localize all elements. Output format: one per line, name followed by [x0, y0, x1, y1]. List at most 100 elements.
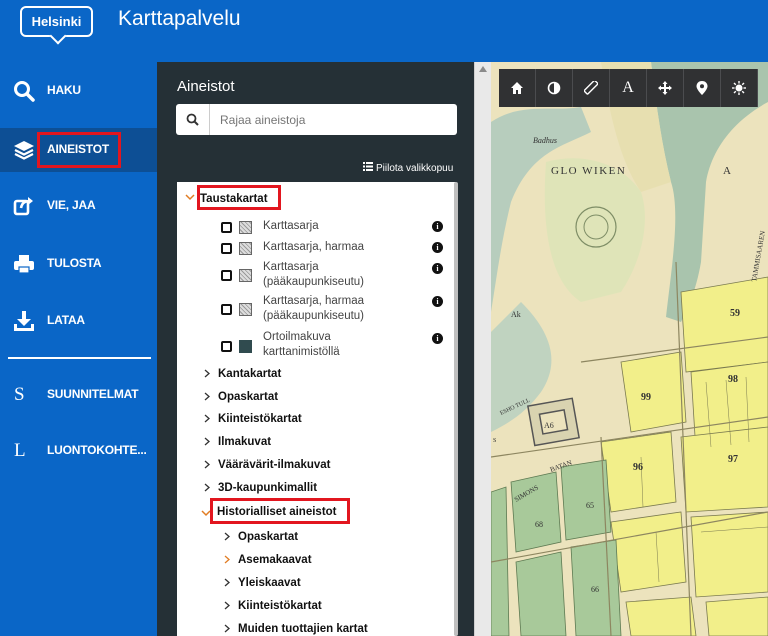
- info-icon[interactable]: i: [432, 242, 443, 253]
- chevron-right-icon[interactable]: [224, 624, 230, 636]
- subgroup-opaskartat[interactable]: Opaskartat: [238, 531, 298, 543]
- highlight-box-taustakartat: [197, 185, 281, 210]
- layer-checkbox[interactable]: [221, 222, 232, 233]
- highlight-box-aineistot: [37, 132, 121, 168]
- nav-item-tulosta[interactable]: TULOSTA: [0, 242, 157, 286]
- subgroup-muiden-tuottajien-kartat[interactable]: Muiden tuottajien kartat: [238, 623, 368, 635]
- search-icon: [176, 104, 210, 135]
- nav-item-lataa[interactable]: LATAA: [0, 299, 157, 343]
- layer-thumbnail: [239, 269, 252, 282]
- helsinki-logo[interactable]: Helsinki: [20, 6, 93, 37]
- hide-menu-label: Piilota valikkopuu: [376, 162, 454, 174]
- layer-thumbnail: [239, 303, 252, 316]
- nav-divider: [8, 357, 151, 359]
- scroll-up-icon[interactable]: [479, 66, 487, 72]
- chevron-right-icon[interactable]: [204, 369, 210, 381]
- download-icon: [12, 309, 36, 333]
- svg-text:Ak: Ak: [511, 310, 521, 319]
- svg-text:Badhus: Badhus: [533, 136, 557, 145]
- svg-text:A6: A6: [544, 421, 554, 430]
- text-icon[interactable]: A: [610, 69, 647, 107]
- nav-item-suunnitelmat[interactable]: S SUUNNITELMAT: [0, 373, 157, 417]
- chevron-down-icon[interactable]: [185, 192, 195, 204]
- panel-scroll-track[interactable]: [474, 62, 491, 636]
- nav-item-label: HAKU: [47, 83, 81, 97]
- l-letter-icon: L: [14, 440, 26, 461]
- chevron-right-icon[interactable]: [224, 601, 230, 613]
- map-canvas[interactable]: Badhus GLO WIKEN A Ak A6 59 98 99 96 97 …: [491, 62, 768, 636]
- print-icon: [12, 252, 36, 276]
- layer-thumbnail: [239, 221, 252, 234]
- chevron-right-icon[interactable]: [204, 483, 210, 495]
- nav-item-label: TULOSTA: [47, 256, 102, 270]
- layer-name: Karttasarja (pääkaupunkiseutu): [263, 261, 365, 288]
- share-icon: [12, 194, 36, 218]
- chevron-right-icon[interactable]: [204, 460, 210, 472]
- app-title: Karttapalvelu: [118, 7, 241, 30]
- info-icon[interactable]: i: [432, 296, 443, 307]
- subgroup-asemakaavat[interactable]: Asemakaavat: [238, 554, 312, 566]
- home-icon[interactable]: [499, 69, 536, 107]
- layer-search-input[interactable]: [220, 111, 440, 128]
- subgroup-kiinteistokartat[interactable]: Kiinteistökartat: [238, 600, 322, 612]
- svg-text:96: 96: [633, 462, 643, 473]
- nav-item-luontokohteet[interactable]: L LUONTOKOHTE...: [0, 429, 157, 473]
- nav-item-label: LUONTOKOHTE...: [47, 443, 147, 457]
- location-icon[interactable]: [684, 69, 721, 107]
- info-icon[interactable]: i: [432, 221, 443, 232]
- hide-menu-link[interactable]: Piilota valikkopuu: [363, 162, 453, 174]
- layer-checkbox[interactable]: [221, 243, 232, 254]
- s-letter-icon: S: [14, 384, 25, 405]
- layer-thumbnail: [239, 340, 252, 353]
- subgroup-yleiskaavat[interactable]: Yleiskaavat: [238, 577, 301, 589]
- svg-text:GLO WIKEN: GLO WIKEN: [551, 165, 626, 177]
- layer-name: Karttasarja, harmaa: [263, 241, 364, 253]
- layers-icon: [12, 138, 36, 162]
- chevron-right-icon[interactable]: [224, 578, 230, 590]
- chevron-right-icon[interactable]: [204, 437, 210, 449]
- chevron-right-icon[interactable]: [224, 532, 230, 544]
- map-toolbar: A: [499, 69, 758, 107]
- panel-title: Aineistot: [177, 78, 235, 95]
- group-vaaravari-ilmakuvat[interactable]: Väärävärit-ilmakuvat: [218, 459, 331, 471]
- layer-name: Ortoilmakuva karttanimistöllä: [263, 331, 340, 358]
- svg-text:68: 68: [535, 520, 543, 529]
- group-kiinteistokartat[interactable]: Kiinteistökartat: [218, 413, 302, 425]
- nav-item-haku[interactable]: HAKU: [0, 69, 157, 113]
- group-kantakartat[interactable]: Kantakartat: [218, 368, 281, 380]
- nav-item-label: SUUNNITELMAT: [47, 387, 139, 401]
- group-ilmakuvat[interactable]: Ilmakuvat: [218, 436, 271, 448]
- ruler-icon[interactable]: [573, 69, 610, 107]
- info-icon[interactable]: i: [432, 333, 443, 344]
- info-icon[interactable]: i: [432, 263, 443, 274]
- layer-checkbox[interactable]: [221, 341, 232, 352]
- svg-text:97: 97: [728, 454, 738, 465]
- search-icon: [12, 79, 36, 103]
- contrast-icon[interactable]: [536, 69, 573, 107]
- layer-checkbox[interactable]: [221, 270, 232, 281]
- chevron-right-icon[interactable]: [224, 555, 230, 567]
- layer-name: Karttasarja, harmaa (pääkaupunkiseutu): [263, 295, 365, 322]
- layer-tree: Taustakartat Karttasarja i Karttasarja, …: [177, 182, 456, 636]
- sun-icon[interactable]: [721, 69, 758, 107]
- svg-text:66: 66: [591, 585, 599, 594]
- layer-name: Karttasarja: [263, 220, 319, 232]
- svg-text:A: A: [723, 165, 731, 177]
- svg-text:S: S: [493, 438, 496, 444]
- nav-item-vie-jaa[interactable]: VIE, JAA: [0, 184, 157, 228]
- highlight-box-historialliset: [210, 498, 350, 524]
- group-3d-kaupunkimallit[interactable]: 3D-kaupunkimallit: [218, 482, 317, 494]
- top-bar: Helsinki Karttapalvelu: [0, 0, 768, 62]
- group-opaskartat[interactable]: Opaskartat: [218, 391, 278, 403]
- nav-item-label: LATAA: [47, 313, 85, 327]
- layer-checkbox[interactable]: [221, 304, 232, 315]
- list-icon: [363, 162, 373, 174]
- chevron-right-icon[interactable]: [204, 414, 210, 426]
- svg-text:99: 99: [641, 392, 651, 403]
- chevron-right-icon[interactable]: [204, 392, 210, 404]
- move-icon[interactable]: [647, 69, 684, 107]
- scrollbar[interactable]: [454, 182, 458, 636]
- historical-map: Badhus GLO WIKEN A Ak A6 59 98 99 96 97 …: [491, 62, 768, 636]
- svg-text:98: 98: [728, 374, 738, 385]
- svg-text:59: 59: [730, 308, 740, 319]
